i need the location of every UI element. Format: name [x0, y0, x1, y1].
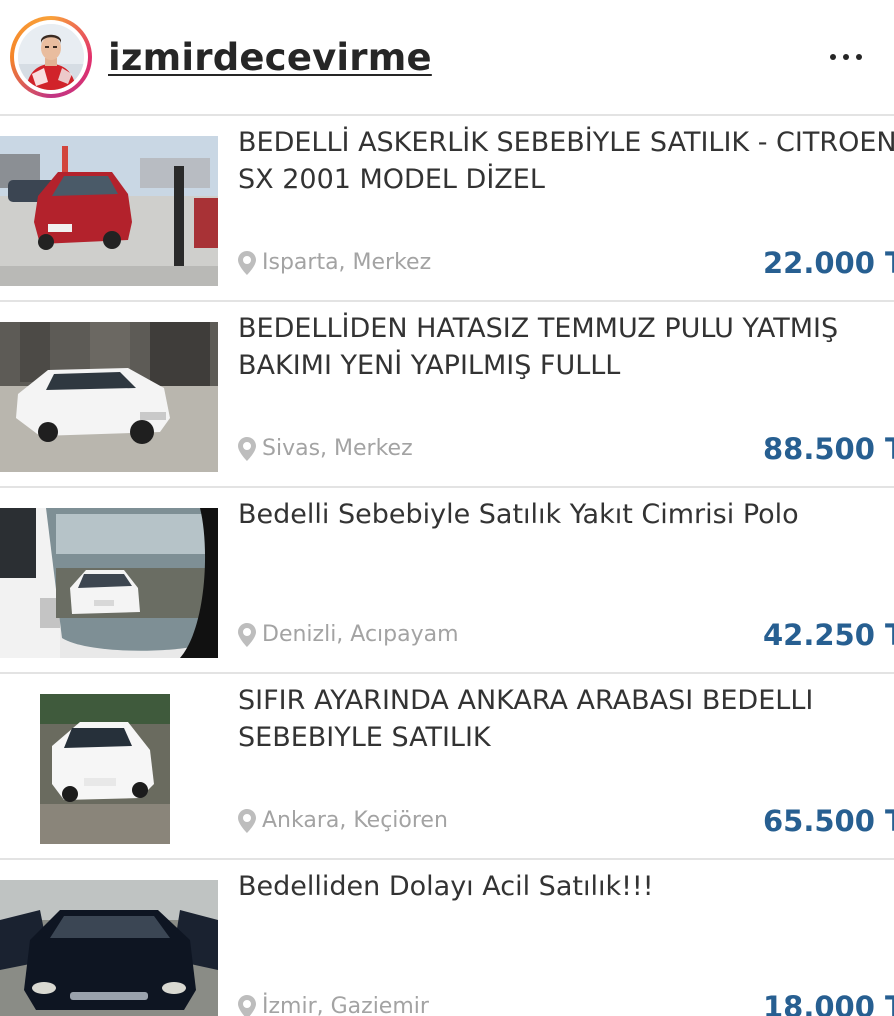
listing-price: 88.500 TL	[763, 432, 894, 466]
listing-location: Isparta, Merkez	[238, 250, 431, 275]
username-link[interactable]: izmirdecevirme	[108, 36, 432, 79]
listing-location: Ankara, Keçiören	[238, 808, 448, 833]
listing-title[interactable]: SIFIR AYARINDA ANKARA ARABASI BEDELLI SE…	[238, 682, 894, 756]
avatar[interactable]	[10, 16, 92, 98]
listing-title[interactable]: Bedelli Sebebiyle Satılık Yakıt Cimrisi …	[238, 496, 894, 533]
location-text: İzmir, Gaziemir	[262, 994, 429, 1016]
more-options-button[interactable]	[822, 40, 870, 74]
more-horizontal-icon	[830, 54, 836, 60]
listing-title[interactable]: Bedelliden Dolayı Acil Satılık!!!	[238, 868, 894, 905]
listing-location: Sivas, Merkez	[238, 436, 413, 461]
listing-thumbnail	[0, 508, 218, 658]
listing-location: İzmir, Gaziemir	[238, 994, 429, 1016]
listing-price: 65.500 TL	[763, 804, 894, 838]
listing-thumbnail	[0, 136, 218, 286]
post-page: izmirdecevirme BEDELLİ ASKERLİK SEBEBİYL…	[0, 0, 894, 1016]
location-text: Denizli, Acıpayam	[262, 622, 459, 647]
listing-thumbnail	[0, 322, 218, 472]
listing-item[interactable]: Bedelli Sebebiyle Satılık Yakıt Cimrisi …	[0, 486, 894, 672]
listing-item[interactable]: SIFIR AYARINDA ANKARA ARABASI BEDELLI SE…	[0, 672, 894, 858]
listing-title[interactable]: BEDELLİ ASKERLİK SEBEBİYLE SATILIK - CIT…	[238, 124, 894, 198]
location-text: Sivas, Merkez	[262, 436, 413, 461]
location-pin-icon	[238, 436, 256, 461]
location-pin-icon	[238, 622, 256, 647]
listing-thumbnail	[0, 880, 218, 1016]
avatar-photo	[18, 24, 84, 90]
listing-item[interactable]: Bedelliden Dolayı Acil Satılık!!! İzmir,…	[0, 858, 894, 1016]
listing-item[interactable]: BEDELLİ ASKERLİK SEBEBİYLE SATILIK - CIT…	[0, 114, 894, 300]
listing-price: 42.250 TL	[763, 618, 894, 652]
post-header: izmirdecevirme	[0, 0, 894, 114]
location-text: Ankara, Keçiören	[262, 808, 448, 833]
listing-location: Denizli, Acıpayam	[238, 622, 459, 647]
location-text: Isparta, Merkez	[262, 250, 432, 275]
location-pin-icon	[238, 994, 256, 1016]
listing-price: 22.000 TL	[763, 246, 894, 280]
location-pin-icon	[238, 250, 256, 275]
listing-title[interactable]: BEDELLİDEN HATASIZ TEMMUZ PULU YATMIŞ BA…	[238, 310, 894, 384]
location-pin-icon	[238, 808, 256, 833]
listing-thumbnail	[0, 694, 218, 844]
listing-price: 18.000 TL	[763, 990, 894, 1016]
listing-item[interactable]: BEDELLİDEN HATASIZ TEMMUZ PULU YATMIŞ BA…	[0, 300, 894, 486]
